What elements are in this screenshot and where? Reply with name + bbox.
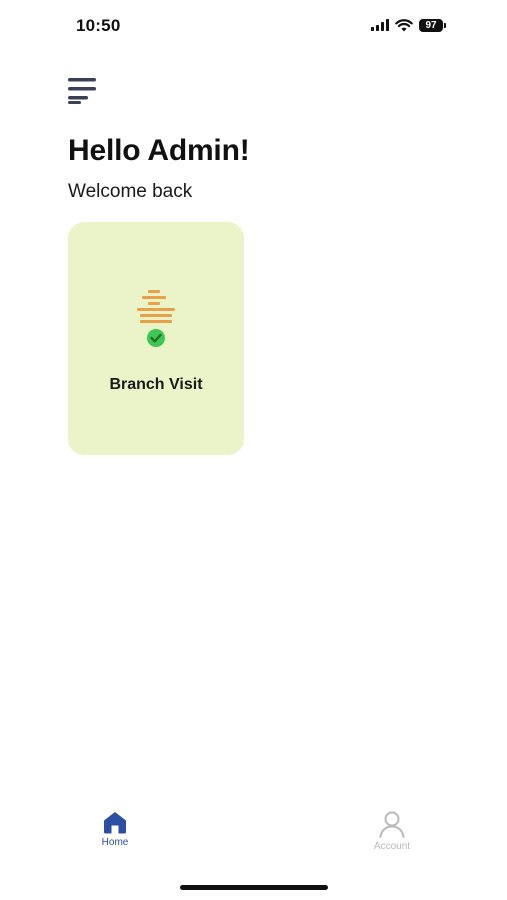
nav-home-label: Home — [101, 837, 129, 848]
tile-label: Branch Visit — [109, 376, 203, 393]
menu-button[interactable] — [68, 77, 98, 105]
home-icon — [104, 812, 126, 834]
nav-account-label: Account — [373, 841, 411, 852]
menu-icon — [68, 78, 96, 104]
nav-home[interactable]: Home — [75, 810, 155, 848]
status-time: 10:50 — [76, 16, 121, 35]
page-title: Hello Admin! — [68, 134, 250, 167]
battery-level: 97 — [425, 19, 437, 31]
account-icon — [379, 811, 405, 838]
page-subtitle: Welcome back — [68, 181, 193, 202]
branch-visit-tile[interactable]: Branch Visit — [68, 222, 244, 455]
bottom-nav: Home Account — [0, 810, 507, 870]
wifi-icon — [395, 18, 413, 31]
signal-icon — [371, 19, 389, 31]
branch-visit-icon — [137, 290, 175, 347]
status-indicators: 97 — [371, 17, 446, 33]
battery-icon: 97 — [419, 18, 446, 32]
nav-account[interactable]: Account — [352, 810, 432, 852]
home-indicator — [180, 885, 328, 890]
status-bar: 10:50 97 — [0, 0, 507, 52]
